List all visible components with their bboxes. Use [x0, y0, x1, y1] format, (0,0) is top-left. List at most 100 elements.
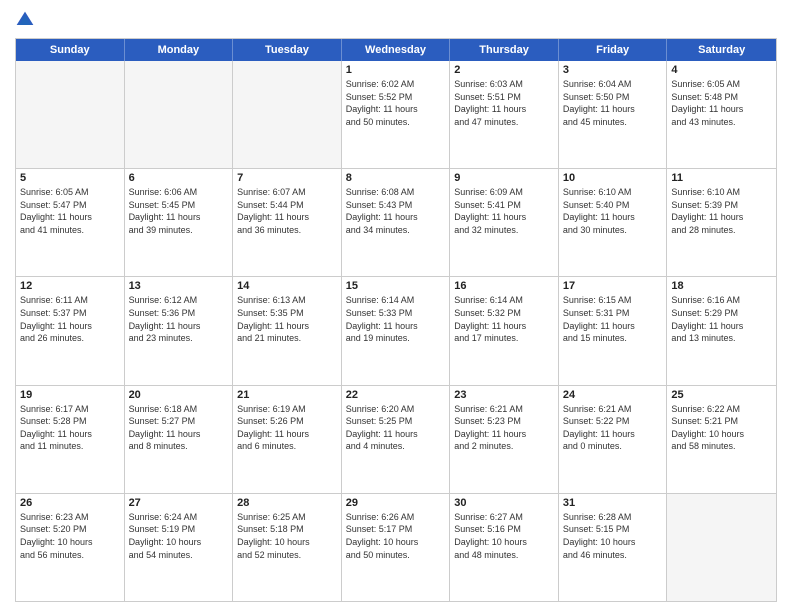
- cal-cell: 7Sunrise: 6:07 AMSunset: 5:44 PMDaylight…: [233, 169, 342, 276]
- day-header-saturday: Saturday: [667, 39, 776, 61]
- cell-info: Sunrise: 6:13 AMSunset: 5:35 PMDaylight:…: [237, 294, 337, 344]
- cell-info: Sunrise: 6:27 AMSunset: 5:16 PMDaylight:…: [454, 511, 554, 561]
- calendar-row-2: 12Sunrise: 6:11 AMSunset: 5:37 PMDayligh…: [16, 277, 776, 385]
- day-number: 13: [129, 280, 229, 292]
- cal-cell: [16, 61, 125, 168]
- day-number: 18: [671, 280, 772, 292]
- day-number: 4: [671, 64, 772, 76]
- day-header-friday: Friday: [559, 39, 668, 61]
- day-number: 25: [671, 389, 772, 401]
- day-number: 12: [20, 280, 120, 292]
- cal-cell: 27Sunrise: 6:24 AMSunset: 5:19 PMDayligh…: [125, 494, 234, 601]
- day-number: 21: [237, 389, 337, 401]
- day-header-sunday: Sunday: [16, 39, 125, 61]
- cal-cell: 28Sunrise: 6:25 AMSunset: 5:18 PMDayligh…: [233, 494, 342, 601]
- cal-cell: 21 Sunrise: 6:19 AMSunset: 5:26 PMDayligh…: [233, 386, 342, 493]
- day-number: 9: [454, 172, 554, 184]
- cal-cell: [233, 61, 342, 168]
- day-number: 3: [563, 64, 663, 76]
- calendar-header-row: SundayMondayTuesdayWednesdayThursdayFrid…: [16, 39, 776, 61]
- logo-icon: [15, 10, 35, 30]
- cal-cell: 14 Sunrise: 6:13 AMSunset: 5:35 PMDayligh…: [233, 277, 342, 384]
- cell-info: Sunrise: 6:05 AMSunset: 5:47 PMDaylight:…: [20, 186, 120, 236]
- day-header-tuesday: Tuesday: [233, 39, 342, 61]
- cal-cell: 15 Sunrise: 6:14 AMSunset: 5:33 PMDayligh…: [342, 277, 451, 384]
- day-number: 2: [454, 64, 554, 76]
- cell-info: Sunrise: 6:25 AMSunset: 5:18 PMDaylight:…: [237, 511, 337, 561]
- cell-info: Sunrise: 6:17 AMSunset: 5:28 PMDaylight:…: [20, 403, 120, 453]
- calendar: SundayMondayTuesdayWednesdayThursdayFrid…: [15, 38, 777, 602]
- day-number: 14: [237, 280, 337, 292]
- calendar-body: 1Sunrise: 6:02 AMSunset: 5:52 PMDaylight…: [16, 61, 776, 601]
- cal-cell: 8 Sunrise: 6:08 AMSunset: 5:43 PMDaylight…: [342, 169, 451, 276]
- cell-info: Sunrise: 6:18 AMSunset: 5:27 PMDaylight:…: [129, 403, 229, 453]
- cal-cell: 29Sunrise: 6:26 AMSunset: 5:17 PMDayligh…: [342, 494, 451, 601]
- cal-cell: 25 Sunrise: 6:22 AMSunset: 5:21 PMDayligh…: [667, 386, 776, 493]
- cell-info: Sunrise: 6:02 AMSunset: 5:52 PMDaylight:…: [346, 78, 446, 128]
- cal-cell: 9 Sunrise: 6:09 AMSunset: 5:41 PMDaylight…: [450, 169, 559, 276]
- cal-cell: 2 Sunrise: 6:03 AMSunset: 5:51 PMDaylight…: [450, 61, 559, 168]
- cal-cell: 19 Sunrise: 6:17 AMSunset: 5:28 PMDayligh…: [16, 386, 125, 493]
- cell-info: Sunrise: 6:08 AMSunset: 5:43 PMDaylight:…: [346, 186, 446, 236]
- cell-info: Sunrise: 6:10 AMSunset: 5:40 PMDaylight:…: [563, 186, 663, 236]
- cal-cell: 3Sunrise: 6:04 AMSunset: 5:50 PMDaylight…: [559, 61, 668, 168]
- day-number: 26: [20, 497, 120, 509]
- day-number: 15: [346, 280, 446, 292]
- day-number: 16: [454, 280, 554, 292]
- day-number: 20: [129, 389, 229, 401]
- cell-info: Sunrise: 6:26 AMSunset: 5:17 PMDaylight:…: [346, 511, 446, 561]
- cell-info: Sunrise: 6:23 AMSunset: 5:20 PMDaylight:…: [20, 511, 120, 561]
- cal-cell: 11Sunrise: 6:10 AMSunset: 5:39 PMDayligh…: [667, 169, 776, 276]
- cal-cell: 1Sunrise: 6:02 AMSunset: 5:52 PMDaylight…: [342, 61, 451, 168]
- day-number: 5: [20, 172, 120, 184]
- calendar-row-4: 26 Sunrise: 6:23 AMSunset: 5:20 PMDayligh…: [16, 494, 776, 601]
- header: [15, 10, 777, 30]
- cal-cell: 18 Sunrise: 6:16 AMSunset: 5:29 PMDayligh…: [667, 277, 776, 384]
- day-header-wednesday: Wednesday: [342, 39, 451, 61]
- cell-info: Sunrise: 6:20 AMSunset: 5:25 PMDaylight:…: [346, 403, 446, 453]
- cell-info: Sunrise: 6:21 AMSunset: 5:22 PMDaylight:…: [563, 403, 663, 453]
- logo: [15, 10, 39, 30]
- cell-info: Sunrise: 6:14 AMSunset: 5:32 PMDaylight:…: [454, 294, 554, 344]
- cell-info: Sunrise: 6:15 AMSunset: 5:31 PMDaylight:…: [563, 294, 663, 344]
- cell-info: Sunrise: 6:16 AMSunset: 5:29 PMDaylight:…: [671, 294, 772, 344]
- day-number: 7: [237, 172, 337, 184]
- day-header-monday: Monday: [125, 39, 234, 61]
- cal-cell: 20 Sunrise: 6:18 AMSunset: 5:27 PMDayligh…: [125, 386, 234, 493]
- cell-info: Sunrise: 6:09 AMSunset: 5:41 PMDaylight:…: [454, 186, 554, 236]
- cal-cell: [667, 494, 776, 601]
- cell-info: Sunrise: 6:06 AMSunset: 5:45 PMDaylight:…: [129, 186, 229, 236]
- day-number: 23: [454, 389, 554, 401]
- day-number: 31: [563, 497, 663, 509]
- cell-info: Sunrise: 6:24 AMSunset: 5:19 PMDaylight:…: [129, 511, 229, 561]
- cal-cell: 12Sunrise: 6:11 AMSunset: 5:37 PMDayligh…: [16, 277, 125, 384]
- cell-info: Sunrise: 6:10 AMSunset: 5:39 PMDaylight:…: [671, 186, 772, 236]
- cal-cell: 22Sunrise: 6:20 AMSunset: 5:25 PMDayligh…: [342, 386, 451, 493]
- page: SundayMondayTuesdayWednesdayThursdayFrid…: [0, 0, 792, 612]
- calendar-row-3: 19 Sunrise: 6:17 AMSunset: 5:28 PMDayligh…: [16, 386, 776, 494]
- calendar-row-0: 1Sunrise: 6:02 AMSunset: 5:52 PMDaylight…: [16, 61, 776, 169]
- cal-cell: 24Sunrise: 6:21 AMSunset: 5:22 PMDayligh…: [559, 386, 668, 493]
- cell-info: Sunrise: 6:22 AMSunset: 5:21 PMDaylight:…: [671, 403, 772, 453]
- day-number: 8: [346, 172, 446, 184]
- cal-cell: 6 Sunrise: 6:06 AMSunset: 5:45 PMDaylight…: [125, 169, 234, 276]
- cal-cell: 13 Sunrise: 6:12 AMSunset: 5:36 PMDayligh…: [125, 277, 234, 384]
- cal-cell: 10 Sunrise: 6:10 AMSunset: 5:40 PMDayligh…: [559, 169, 668, 276]
- cell-info: Sunrise: 6:19 AMSunset: 5:26 PMDaylight:…: [237, 403, 337, 453]
- day-number: 6: [129, 172, 229, 184]
- cal-cell: 4Sunrise: 6:05 AMSunset: 5:48 PMDaylight…: [667, 61, 776, 168]
- cal-cell: 26 Sunrise: 6:23 AMSunset: 5:20 PMDayligh…: [16, 494, 125, 601]
- cell-info: Sunrise: 6:12 AMSunset: 5:36 PMDaylight:…: [129, 294, 229, 344]
- cell-info: Sunrise: 6:28 AMSunset: 5:15 PMDaylight:…: [563, 511, 663, 561]
- cal-cell: 30 Sunrise: 6:27 AMSunset: 5:16 PMDayligh…: [450, 494, 559, 601]
- day-number: 30: [454, 497, 554, 509]
- calendar-row-1: 5 Sunrise: 6:05 AMSunset: 5:47 PMDaylight…: [16, 169, 776, 277]
- day-number: 10: [563, 172, 663, 184]
- day-number: 17: [563, 280, 663, 292]
- cal-cell: 23Sunrise: 6:21 AMSunset: 5:23 PMDayligh…: [450, 386, 559, 493]
- cal-cell: 5 Sunrise: 6:05 AMSunset: 5:47 PMDaylight…: [16, 169, 125, 276]
- cell-info: Sunrise: 6:03 AMSunset: 5:51 PMDaylight:…: [454, 78, 554, 128]
- cal-cell: 16 Sunrise: 6:14 AMSunset: 5:32 PMDayligh…: [450, 277, 559, 384]
- cell-info: Sunrise: 6:14 AMSunset: 5:33 PMDaylight:…: [346, 294, 446, 344]
- day-number: 19: [20, 389, 120, 401]
